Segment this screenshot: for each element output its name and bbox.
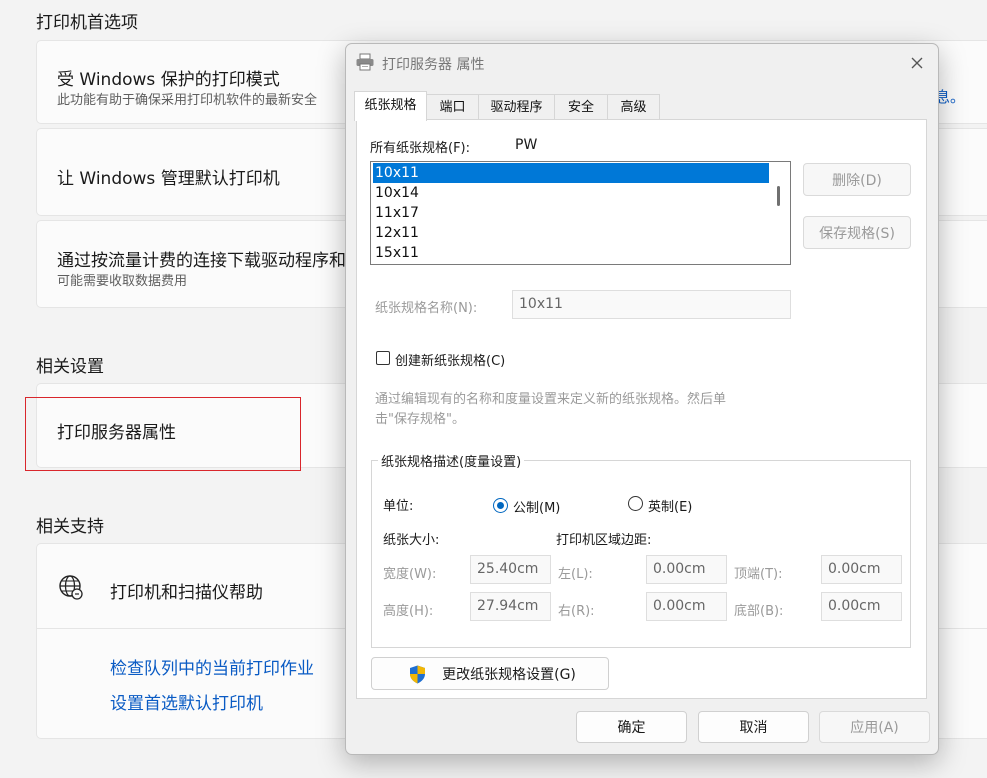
check-queue-link[interactable]: 检查队列中的当前打印作业 <box>110 654 314 679</box>
delete-button[interactable]: 删除(D) <box>803 163 911 196</box>
height-label: 高度(H): <box>383 604 434 619</box>
tab-advanced[interactable]: 高级 <box>607 94 660 120</box>
section-title-related-settings: 相关设置 <box>36 357 104 377</box>
top-margin-label: 顶端(T): <box>734 567 783 582</box>
group-title: 纸张规格描述(度量设置) <box>378 451 525 470</box>
set-default-printer-link[interactable]: 设置首选默认打印机 <box>110 689 263 714</box>
dialog-title: 打印服务器 属性 <box>382 57 485 73</box>
list-item[interactable]: 12x11 <box>373 223 769 243</box>
form-description-group: 纸张规格描述(度量设置) 单位: 公制(M) 英制(E) 纸张大小: 打印机区域… <box>371 451 911 648</box>
tab-security[interactable]: 安全 <box>554 94 608 120</box>
forms-label-value: PW <box>515 137 538 153</box>
width-label: 宽度(W): <box>383 567 437 582</box>
ok-button[interactable]: 确定 <box>576 711 687 743</box>
print-server-properties-dialog: 打印服务器 属性 纸张规格 端口 驱动程序 安全 高级 所有纸张规格(F): P… <box>345 43 939 755</box>
hint-text-line1: 通过编辑现有的名称和度量设置来定义新的纸张规格。然后单 <box>375 392 727 407</box>
bottom-margin-field[interactable]: 0.00cm <box>821 592 902 621</box>
learn-more-link[interactable]: 息。 <box>935 86 965 107</box>
all-forms-label: 所有纸张规格(F): <box>370 141 471 156</box>
close-icon[interactable] <box>906 52 928 74</box>
tab-drivers[interactable]: 驱动程序 <box>478 94 555 120</box>
metered-desc: 可能需要收取数据费用 <box>57 274 188 289</box>
section-title-related-support: 相关支持 <box>36 517 104 537</box>
forms-tab-panel: 所有纸张规格(F): PW 10x11 10x14 11x17 12x11 15… <box>356 119 927 699</box>
shield-icon <box>410 665 425 684</box>
metric-radio[interactable] <box>493 498 508 513</box>
hint-text-line2: 击"保存规格"。 <box>375 412 465 427</box>
english-label[interactable]: 英制(E) <box>648 496 692 515</box>
right-margin-label: 右(R): <box>558 604 595 619</box>
height-field[interactable]: 27.94cm <box>470 592 551 621</box>
form-name-field[interactable]: 10x11 <box>512 290 791 319</box>
printer-margins-label: 打印机区域边距: <box>556 533 652 548</box>
apply-button[interactable]: 应用(A) <box>819 711 930 743</box>
list-item[interactable]: 10x11 <box>373 163 769 183</box>
help-title[interactable]: 打印机和扫描仪帮助 <box>110 578 263 603</box>
list-item[interactable]: 10x14 <box>373 183 769 203</box>
printer-icon <box>356 53 374 71</box>
forms-listbox[interactable]: 10x11 10x14 11x17 12x11 15x11 <box>370 161 791 265</box>
metered-title: 通过按流量计费的连接下载驱动程序和 <box>57 251 346 271</box>
cancel-button[interactable]: 取消 <box>698 711 809 743</box>
paper-size-label: 纸张大小: <box>383 533 440 548</box>
left-margin-label: 左(L): <box>558 567 593 582</box>
tab-forms[interactable]: 纸张规格 <box>354 91 427 121</box>
list-item[interactable]: 15x11 <box>373 243 769 263</box>
dialog-titlebar[interactable]: 打印服务器 属性 <box>346 44 938 82</box>
create-new-form-checkbox[interactable] <box>376 351 390 365</box>
save-form-button[interactable]: 保存规格(S) <box>803 216 911 249</box>
form-name-label: 纸张规格名称(N): <box>375 301 478 316</box>
protected-mode-desc: 此功能有助于确保采用打印机软件的最新安全 <box>57 93 318 108</box>
english-radio[interactable] <box>628 496 643 511</box>
left-margin-field[interactable]: 0.00cm <box>646 555 727 584</box>
highlight-box <box>25 397 301 471</box>
section-title-printer-preferences: 打印机首选项 <box>36 13 138 33</box>
top-margin-field[interactable]: 0.00cm <box>821 555 902 584</box>
list-item[interactable]: 11x17 <box>373 203 769 223</box>
right-margin-field[interactable]: 0.00cm <box>646 592 727 621</box>
change-form-settings-button[interactable]: 更改纸张规格设置(G) <box>371 657 609 690</box>
bottom-margin-label: 底部(B): <box>734 604 784 619</box>
change-form-settings-label: 更改纸张规格设置(G) <box>442 666 576 683</box>
units-label: 单位: <box>383 499 414 514</box>
metric-label[interactable]: 公制(M) <box>513 497 560 516</box>
create-new-form-label[interactable]: 创建新纸张规格(C) <box>395 350 505 369</box>
protected-mode-title: 受 Windows 保护的打印模式 <box>57 70 280 90</box>
manage-default-title: 让 Windows 管理默认打印机 <box>57 169 280 189</box>
tab-ports[interactable]: 端口 <box>426 94 479 120</box>
globe-icon <box>59 575 83 600</box>
width-field[interactable]: 25.40cm <box>470 555 551 584</box>
listbox-scrollbar[interactable] <box>777 186 780 206</box>
